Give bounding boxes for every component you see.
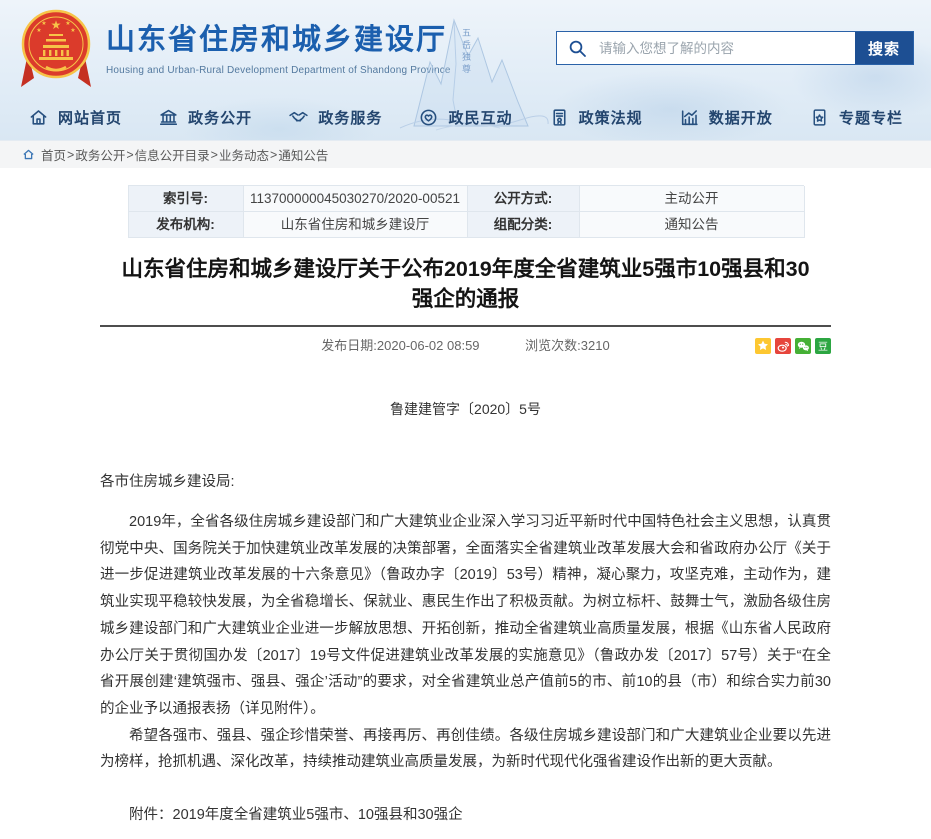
article-content: 索引号: 113700000045030270/2020-00521 公开方式:… — [0, 168, 931, 839]
banner: ★ ★ ★ ★ ★ 山东省住房和城乡 — [0, 0, 931, 95]
search-button[interactable]: 搜索 — [855, 32, 913, 64]
document-body: 各市住房城乡建设局: 2019年，全省各级住房城乡建设部门和广大建筑业企业深入学… — [100, 469, 831, 839]
breadcrumb-separator: > — [211, 148, 218, 162]
document-number: 鲁建建管字〔2020〕5号 — [0, 399, 931, 419]
nav-item-special-topics[interactable]: 专题专栏 — [809, 107, 903, 128]
view-count: 浏览次数:3210 — [525, 338, 610, 353]
breadcrumb-separator: > — [126, 148, 133, 162]
share-buttons: 豆 — [755, 338, 831, 354]
site-header: ★ ★ ★ ★ ★ 山东省住房和城乡 — [0, 0, 931, 140]
site-title-english: Housing and Urban-Rural Development Depa… — [106, 65, 451, 76]
nav-item-policies-regulations[interactable]: 政策法规 — [549, 107, 643, 128]
publish-date: 发布日期:2020-06-02 08:59 — [321, 338, 479, 353]
svg-text:★: ★ — [51, 18, 62, 32]
douban-share-icon[interactable]: 豆 — [815, 338, 831, 354]
info-value-index: 113700000045030270/2020-00521 — [244, 186, 468, 212]
nav-item-label: 政务公开 — [188, 107, 252, 128]
weibo-share-icon[interactable] — [775, 338, 791, 354]
handshake-icon — [288, 107, 309, 128]
site-title: 山东省住房和城乡建设厅 — [106, 16, 451, 58]
document-info-table: 索引号: 113700000045030270/2020-00521 公开方式:… — [128, 185, 804, 238]
svg-text:豆: 豆 — [818, 341, 828, 353]
search-icon — [557, 32, 597, 64]
svg-text:★: ★ — [65, 20, 70, 27]
search-bar: 搜索 — [556, 31, 914, 65]
government-building-icon — [158, 107, 179, 128]
nav-item-open-data[interactable]: 数据开放 — [679, 107, 773, 128]
wechat-share-icon[interactable] — [795, 338, 811, 354]
info-value-issuer: 山东省住房和城乡建设厅 — [244, 212, 468, 238]
breadcrumb: 首页 > 政务公开 > 信息公开目录 > 业务动态 > 通知公告 — [0, 140, 931, 168]
body-paragraph-2: 希望各强市、强县、强企珍惜荣誉、再接再厉、再创佳绩。各级住房城乡建设部门和广大建… — [100, 723, 831, 776]
main-nav: 网站首页 政务公开 政务服务 — [0, 95, 931, 140]
policy-document-icon — [549, 107, 570, 128]
info-value-open-mode: 主动公开 — [580, 186, 805, 212]
nav-item-label: 网站首页 — [58, 107, 122, 128]
article-meta: 发布日期:2020-06-02 08:59 浏览次数:3210 — [100, 337, 831, 355]
nav-item-label: 政策法规 — [579, 107, 643, 128]
info-label-index: 索引号: — [129, 186, 244, 212]
info-label-category: 组配分类: — [468, 212, 580, 238]
nav-item-label: 政务服务 — [318, 107, 382, 128]
nav-item-label: 专题专栏 — [839, 107, 903, 128]
breadcrumb-home-icon — [22, 148, 35, 161]
national-emblem-logo: ★ ★ ★ ★ ★ — [18, 5, 94, 91]
svg-text:★: ★ — [70, 27, 75, 34]
salutation: 各市住房城乡建设局: — [100, 469, 831, 496]
nav-item-label: 数据开放 — [709, 107, 773, 128]
site-titles: 山东省住房和城乡建设厅 Housing and Urban-Rural Deve… — [106, 16, 451, 76]
breadcrumb-separator: > — [67, 148, 74, 162]
page: ★ ★ ★ ★ ★ 山东省住房和城乡 — [0, 0, 931, 839]
attachment-line: 附件：2019年度全省建筑业5强市、10强县和30强企 — [100, 802, 831, 829]
search-input[interactable] — [597, 32, 855, 64]
breadcrumb-item-notices[interactable]: 通知公告 — [278, 145, 328, 164]
nav-item-gov-services[interactable]: 政务服务 — [288, 107, 382, 128]
heart-circle-icon — [418, 107, 439, 128]
breadcrumb-item-gov-open[interactable]: 政务公开 — [75, 145, 125, 164]
nav-item-public-interaction[interactable]: 政民互动 — [418, 107, 512, 128]
info-value-category: 通知公告 — [580, 212, 805, 238]
svg-text:★: ★ — [36, 27, 41, 34]
nav-item-gov-open[interactable]: 政务公开 — [158, 107, 252, 128]
qzone-share-icon[interactable] — [755, 338, 771, 354]
breadcrumb-item-home[interactable]: 首页 — [41, 145, 66, 164]
mountain-inscription: 五岳独尊 — [460, 28, 473, 76]
star-document-icon — [809, 107, 830, 128]
nav-item-label: 政民互动 — [448, 107, 512, 128]
info-label-open-mode: 公开方式: — [468, 186, 580, 212]
info-label-issuer: 发布机构: — [129, 212, 244, 238]
svg-text:★: ★ — [41, 20, 46, 27]
breadcrumb-item-info-catalog[interactable]: 信息公开目录 — [135, 145, 210, 164]
nav-item-home[interactable]: 网站首页 — [28, 107, 122, 128]
bar-chart-icon — [679, 107, 700, 128]
breadcrumb-separator: > — [270, 148, 277, 162]
body-paragraph-1: 2019年，全省各级住房城乡建设部门和广大建筑业企业深入学习习近平新时代中国特色… — [100, 509, 831, 723]
home-icon — [28, 107, 49, 128]
title-divider — [100, 325, 831, 327]
article-title: 山东省住房和城乡建设厅关于公布2019年度全省建筑业5强市10强县和30强企的通… — [116, 254, 816, 314]
breadcrumb-item-business-news[interactable]: 业务动态 — [219, 145, 269, 164]
